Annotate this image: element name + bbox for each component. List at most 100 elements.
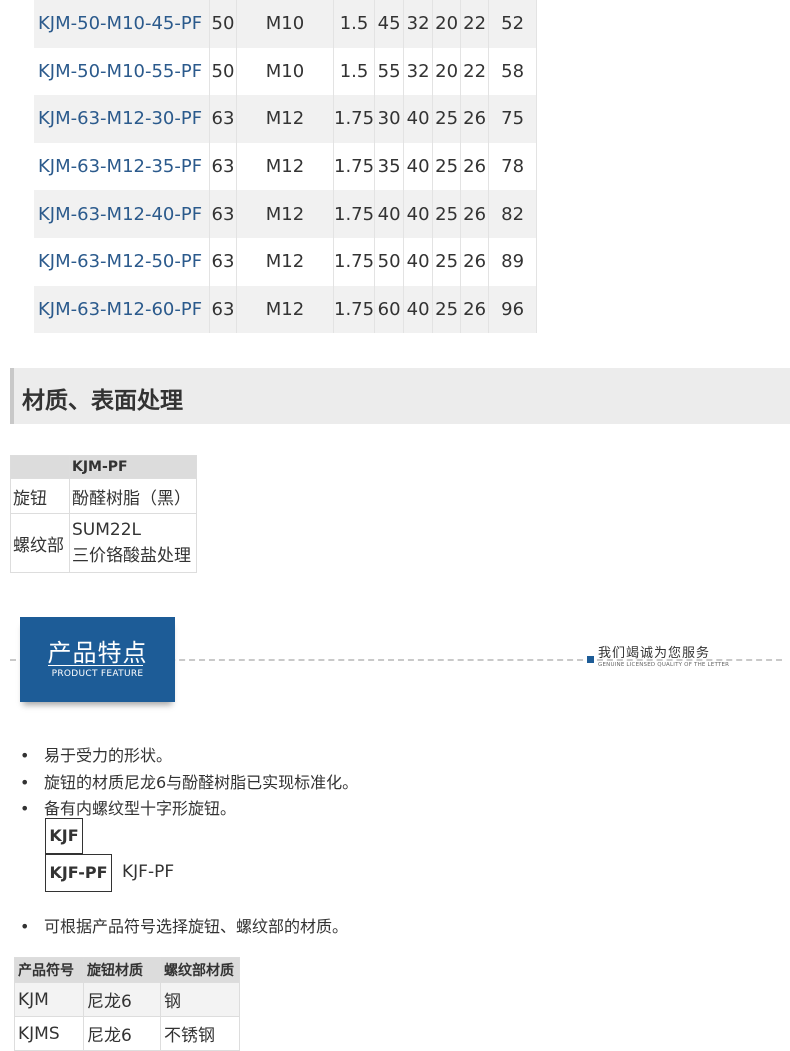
spec-cell: 1.75 bbox=[333, 95, 376, 143]
spec-cell: 60 bbox=[374, 285, 405, 334]
spec-cell: 1.75 bbox=[333, 285, 376, 334]
symbol-table-header: 旋钮材质 bbox=[83, 957, 161, 983]
spec-cell: 63 bbox=[209, 142, 237, 191]
slogan-english: GENUINE LICENSED QUALITY OF THE LETTER bbox=[598, 662, 730, 668]
symbol-table-header: 产品符号 bbox=[14, 957, 84, 983]
product-feature-badge: 产品特点 PRODUCT FEATURE bbox=[20, 617, 175, 702]
spec-cell: 40 bbox=[403, 237, 434, 286]
thread-label: 螺纹部 bbox=[10, 513, 70, 573]
slogan-square-icon bbox=[587, 656, 594, 663]
knob-material-cell: 尼龙6 bbox=[83, 982, 161, 1017]
symbol-table-header: 螺纹部材质 bbox=[160, 957, 240, 983]
spec-cell: 82 bbox=[488, 190, 538, 238]
spec-cell: 32 bbox=[403, 47, 434, 96]
thread-treatment: 三价铬酸盐处理 bbox=[72, 546, 191, 566]
tag-kjf-pf-text: KJF-PF bbox=[122, 862, 175, 882]
spec-cell: 45 bbox=[374, 0, 405, 48]
spec-cell: 25 bbox=[432, 285, 462, 334]
section-header-material: 材质、表面处理 bbox=[10, 368, 790, 424]
table-row: KJM-63-M12-35-PF 63 M12 1.75 35 40 25 26 78 bbox=[34, 142, 538, 191]
spec-cell: 40 bbox=[374, 190, 405, 238]
spec-cell: 25 bbox=[432, 142, 462, 191]
thread-value: SUM22L 三价铬酸盐处理 bbox=[69, 513, 197, 573]
spec-cell: 50 bbox=[374, 237, 405, 286]
feature-text: 易于受力的形状。 bbox=[44, 746, 173, 765]
spec-cell: 20 bbox=[432, 47, 462, 96]
spec-cell: 26 bbox=[460, 95, 490, 143]
part-number-link[interactable]: KJM-63-M12-60-PF bbox=[34, 285, 210, 334]
spec-cell: 25 bbox=[432, 237, 462, 286]
part-number-link[interactable]: KJM-63-M12-40-PF bbox=[34, 190, 210, 238]
material-table-corner bbox=[10, 455, 70, 479]
spec-cell: M10 bbox=[236, 0, 334, 48]
spec-cell: 89 bbox=[488, 237, 538, 286]
section-title: 材质、表面处理 bbox=[22, 388, 183, 414]
spec-cell: 20 bbox=[432, 0, 462, 48]
spec-cell: 58 bbox=[488, 47, 538, 96]
table-row: KJM-50-M10-55-PF 50 M10 1.5 55 32 20 22 58 bbox=[34, 47, 538, 96]
table-row: KJM-63-M12-50-PF 63 M12 1.75 50 40 25 26 89 bbox=[34, 237, 538, 286]
spec-cell: M12 bbox=[236, 190, 334, 238]
spec-cell: M10 bbox=[236, 47, 334, 96]
feature-text: 旋钮的材质尼龙6与酚醛树脂已实现标准化。 bbox=[44, 773, 359, 792]
spec-cell: 22 bbox=[460, 47, 490, 96]
part-number-link[interactable]: KJM-50-M10-55-PF bbox=[34, 47, 210, 96]
spec-cell: 63 bbox=[209, 237, 237, 286]
spec-cell: 1.75 bbox=[333, 237, 376, 286]
material-table-header: KJM-PF bbox=[69, 455, 197, 479]
part-number-link[interactable]: KJM-50-M10-45-PF bbox=[34, 0, 210, 48]
spec-cell: 40 bbox=[403, 95, 434, 143]
spec-cell: 1.75 bbox=[333, 190, 376, 238]
spec-cell: 63 bbox=[209, 95, 237, 143]
spec-cell: 26 bbox=[460, 190, 490, 238]
table-row: KJM-50-M10-45-PF 50 M10 1.5 45 32 20 22 52 bbox=[34, 0, 538, 48]
spec-cell: 63 bbox=[209, 285, 237, 334]
spec-cell: 96 bbox=[488, 285, 538, 334]
thread-material-cell: 不锈钢 bbox=[160, 1016, 240, 1051]
spec-cell: 63 bbox=[209, 190, 237, 238]
spec-cell: 22 bbox=[460, 0, 490, 48]
thread-material: SUM22L bbox=[72, 520, 142, 540]
badge-rule bbox=[48, 665, 143, 666]
table-row: KJMS 尼龙6 不锈钢 bbox=[14, 1016, 240, 1051]
knob-value: 酚醛树脂（黑） bbox=[69, 478, 197, 514]
spec-table: KJM-50-M10-45-PF 50 M10 1.5 45 32 20 22 52 KJM-50… bbox=[34, 0, 538, 334]
material-table: KJM-PF 旋钮 酚醛树脂（黑） 螺纹部 SUM22L 三价铬酸盐处理 bbox=[10, 455, 197, 573]
knob-material-cell: 尼龙6 bbox=[83, 1016, 161, 1051]
tag-kjf-pf: KJF-PF bbox=[45, 854, 112, 892]
symbol-table: 产品符号 旋钮材质 螺纹部材质 KJM 尼龙6 钢 KJMS 尼龙6 不锈钢 bbox=[14, 957, 240, 1051]
table-row: KJM 尼龙6 钢 bbox=[14, 982, 240, 1017]
spec-cell: M12 bbox=[236, 142, 334, 191]
spec-cell: M12 bbox=[236, 285, 334, 334]
knob-label: 旋钮 bbox=[10, 478, 70, 514]
spec-cell: M12 bbox=[236, 237, 334, 286]
table-row: KJM-63-M12-40-PF 63 M12 1.75 40 40 25 26 82 bbox=[34, 190, 538, 238]
spec-cell: 1.5 bbox=[333, 47, 376, 96]
table-row: KJM-63-M12-30-PF 63 M12 1.75 30 40 25 26 75 bbox=[34, 95, 538, 143]
part-number-link[interactable]: KJM-63-M12-50-PF bbox=[34, 237, 210, 286]
feature-item: • 易于受力的形状。 bbox=[20, 742, 172, 766]
spec-cell: 40 bbox=[403, 190, 434, 238]
bullet-dot-icon: • bbox=[20, 799, 30, 818]
spec-cell: 1.5 bbox=[333, 0, 376, 48]
spec-cell: 25 bbox=[432, 190, 462, 238]
feature-text: 可根据产品符号选择旋钮、螺纹部的材质。 bbox=[44, 917, 349, 936]
tag-kjf: KJF bbox=[45, 818, 83, 854]
symbol-cell: KJM bbox=[14, 982, 84, 1017]
symbol-cell: KJMS bbox=[14, 1016, 84, 1051]
spec-cell: 50 bbox=[209, 0, 237, 48]
part-number-link[interactable]: KJM-63-M12-30-PF bbox=[34, 95, 210, 143]
bullet-dot-icon: • bbox=[20, 917, 30, 936]
spec-cell: 26 bbox=[460, 237, 490, 286]
badge-title: 产品特点 bbox=[47, 639, 148, 667]
spec-cell: 52 bbox=[488, 0, 538, 48]
thread-material-cell: 钢 bbox=[160, 982, 240, 1017]
spec-cell: 75 bbox=[488, 95, 538, 143]
spec-cell: 50 bbox=[209, 47, 237, 96]
feature-item: • 旋钮的材质尼龙6与酚醛树脂已实现标准化。 bbox=[20, 769, 358, 793]
spec-cell: 30 bbox=[374, 95, 405, 143]
badge-subtitle: PRODUCT FEATURE bbox=[51, 669, 144, 679]
spec-cell: 78 bbox=[488, 142, 538, 191]
part-number-link[interactable]: KJM-63-M12-35-PF bbox=[34, 142, 210, 191]
spec-cell: 32 bbox=[403, 0, 434, 48]
